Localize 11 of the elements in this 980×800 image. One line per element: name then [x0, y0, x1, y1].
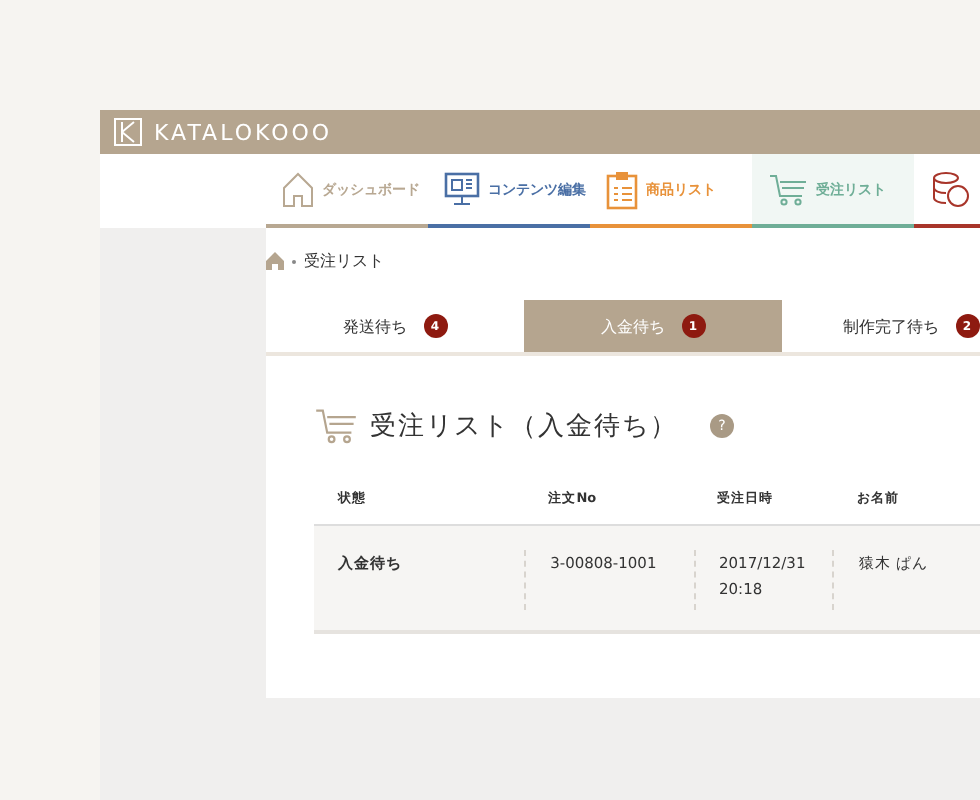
- breadcrumb-current: 受注リスト: [304, 250, 384, 272]
- page-title: 受注リスト（入金待ち）: [370, 410, 678, 444]
- logo-icon: [114, 118, 142, 146]
- coins-icon: [930, 169, 970, 209]
- monitor-icon: [444, 171, 480, 207]
- logo-text: KATALOKOOO: [154, 119, 333, 145]
- breadcrumb-separator: [292, 259, 296, 263]
- house-icon: [282, 171, 314, 207]
- cart-icon: [314, 408, 358, 444]
- cart-icon: [768, 173, 808, 205]
- clipboard-icon: [606, 169, 638, 209]
